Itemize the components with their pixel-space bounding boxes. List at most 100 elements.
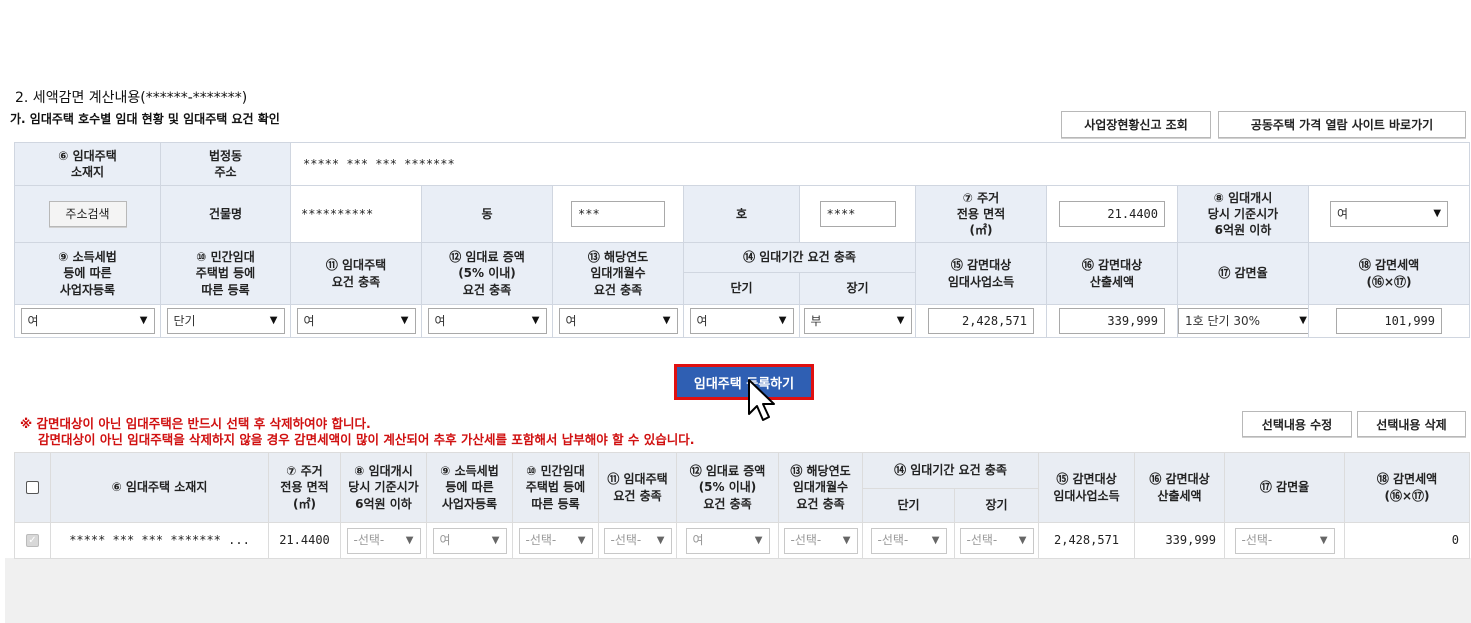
chevron-down-icon: ▼ <box>269 315 278 327</box>
list-header-area: ⑦ 주거 전용 면적 (㎡) <box>268 452 341 523</box>
h11-label: ⑪ 임대주택 요건 충족 <box>290 242 422 305</box>
chevron-down-icon: ▼ <box>662 315 671 327</box>
v11-select[interactable]: 여 ▼ <box>296 308 416 334</box>
chevron-down-icon: ▼ <box>778 315 787 327</box>
row-h16: 339,999 <box>1165 533 1217 548</box>
h15-label: ⑮ 감면대상 임대사업소득 <box>915 242 1047 305</box>
legal-address-label: 법정동 주소 <box>160 142 291 186</box>
rental-list-table: ⑥ 임대주택 소재지 ⑦ 주거 전용 면적 (㎡) ⑧ 임대개시 당시 기준시가… <box>14 452 1471 559</box>
row-h11-value: -선택- <box>610 533 642 548</box>
v12-select[interactable]: 여 ▼ <box>427 308 547 334</box>
warning-text: ※ 감면대상이 아닌 임대주택은 반드시 선택 후 삭제하여야 합니다. 감면대… <box>20 416 695 448</box>
v9-value: 여 <box>27 313 39 328</box>
h14-short-label: 단기 <box>683 272 800 305</box>
chevron-down-icon: ▼ <box>656 534 665 546</box>
dong-input[interactable]: *** <box>571 201 665 227</box>
chevron-down-icon: ▼ <box>491 534 500 546</box>
chevron-down-icon: ▼ <box>1018 534 1027 546</box>
chevron-down-icon: ▼ <box>896 315 905 327</box>
table-row[interactable]: ✓ ***** *** *** ******* ... 21.4400 -선택-… <box>14 522 1471 559</box>
row-h13-select[interactable]: -선택- ▼ <box>783 527 858 554</box>
chevron-down-icon: ▼ <box>400 315 409 327</box>
row-reg10-select[interactable]: -선택- ▼ <box>518 527 593 554</box>
v14-long-value: 부 <box>810 313 822 328</box>
v10-value: 단기 <box>173 313 196 328</box>
row-h13-value: -선택- <box>790 533 822 548</box>
chevron-down-icon: ▼ <box>405 534 414 546</box>
list-footer-area <box>5 558 1471 623</box>
chevron-down-icon: ▼ <box>754 534 763 546</box>
v14-long-select[interactable]: 부 ▼ <box>803 308 912 334</box>
chevron-down-icon: ▼ <box>1433 208 1442 220</box>
row-h11-select[interactable]: -선택- ▼ <box>603 527 672 554</box>
row-price-value: -선택- <box>353 533 385 548</box>
row-h18: 0 <box>1451 533 1460 548</box>
price-site-button[interactable]: 공동주택 가격 열람 사이트 바로가기 <box>1218 111 1466 138</box>
h18-label: ⑱ 감면세액 (⑯×⑰) <box>1307 242 1471 305</box>
row-checkbox[interactable]: ✓ <box>26 534 39 547</box>
register-button[interactable]: 임대주택 등록하기 <box>674 364 814 400</box>
select-all-checkbox[interactable] <box>26 481 39 494</box>
address-search-button[interactable]: 주소검색 <box>48 201 127 227</box>
ho-input[interactable]: **** <box>819 201 896 227</box>
business-lookup-button[interactable]: 사업장현황신고 조회 <box>1061 111 1211 138</box>
chevron-down-icon: ▼ <box>1299 315 1307 327</box>
chevron-down-icon: ▼ <box>1319 534 1328 546</box>
warning-line-1: ※ 감면대상이 아닌 임대주택은 반드시 선택 후 삭제하여야 합니다. <box>20 416 371 431</box>
ho-label: 호 <box>683 185 800 243</box>
dong-label: 동 <box>421 185 553 243</box>
row-area: 21.4400 <box>279 533 330 548</box>
list-header-h18: ⑱ 감면세액 (⑯×⑰) <box>1344 452 1471 523</box>
v10-select[interactable]: 단기 ▼ <box>166 308 285 334</box>
v14-short-select[interactable]: 여 ▼ <box>689 308 794 334</box>
edit-selected-button[interactable]: 선택내용 수정 <box>1242 411 1352 437</box>
row-price-select[interactable]: -선택- ▼ <box>346 527 421 554</box>
h9-label: ⑨ 소득세법 등에 따른 사업자등록 <box>14 242 161 305</box>
v13-value: 여 <box>565 313 577 328</box>
list-header-price: ⑧ 임대개시 당시 기준시가 6억원 이하 <box>340 452 427 523</box>
h17-label: ⑰ 감면율 <box>1177 242 1309 305</box>
row-h15: 2,428,571 <box>1054 533 1120 548</box>
list-header-reg9: ⑨ 소득세법 등에 따른 사업자등록 <box>426 452 513 523</box>
h14-label: ⑭ 임대기간 요건 충족 <box>683 242 916 273</box>
v12-value: 여 <box>434 313 446 328</box>
row-short-select[interactable]: -선택- ▼ <box>870 527 947 554</box>
price-select[interactable]: 여 ▼ <box>1330 201 1449 227</box>
list-header-long: 장기 <box>953 488 1040 523</box>
row-h12-select[interactable]: 여 ▼ <box>685 527 770 554</box>
row-long-select[interactable]: -선택- ▼ <box>959 527 1034 554</box>
row-reg9-select[interactable]: 여 ▼ <box>432 527 507 554</box>
chevron-down-icon: ▼ <box>842 534 851 546</box>
h13-label: ⑬ 해당연도 임대개월수 요건 충족 <box>552 242 684 305</box>
h14-long-label: 장기 <box>799 272 916 305</box>
section-title: 2. 세액감면 계산내용(******-*******) <box>15 90 248 106</box>
v15-input[interactable]: 2,428,571 <box>928 308 1034 334</box>
area-input[interactable]: 21.4400 <box>1059 201 1165 227</box>
chevron-down-icon: ▼ <box>577 534 586 546</box>
legal-address-value: ***** *** *** ******* <box>303 156 455 171</box>
row-h12-value: 여 <box>692 533 704 548</box>
list-header-location: ⑥ 임대주택 소재지 <box>50 452 269 523</box>
chevron-down-icon: ▼ <box>139 315 148 327</box>
v17-select[interactable]: 1호 단기 30% ▼ <box>1178 308 1308 334</box>
v9-select[interactable]: 여 ▼ <box>20 308 155 334</box>
row-location: ***** *** *** ******* ... <box>69 533 250 548</box>
v11-value: 여 <box>303 313 315 328</box>
list-header-h12: ⑫ 임대료 증액 (5% 이내) 요건 충족 <box>676 452 779 523</box>
row-reg10-value: -선택- <box>525 533 557 548</box>
v17-value: 1호 단기 30% <box>1185 313 1261 328</box>
h10-label: ⑩ 민간임대 주택법 등에 따른 등록 <box>160 242 291 305</box>
v13-select[interactable]: 여 ▼ <box>558 308 678 334</box>
row-h17-select[interactable]: -선택- ▼ <box>1234 527 1335 554</box>
building-value: ********** <box>301 206 374 221</box>
price-label: ⑧ 임대개시 당시 기준시가 6억원 이하 <box>1177 185 1309 243</box>
v16-input[interactable]: 339,999 <box>1059 308 1165 334</box>
row-long-value: -선택- <box>966 533 998 548</box>
v18-input[interactable]: 101,999 <box>1336 308 1443 334</box>
row-short-value: -선택- <box>877 533 909 548</box>
delete-selected-button[interactable]: 선택내용 삭제 <box>1357 411 1466 437</box>
v14-short-value: 여 <box>696 313 708 328</box>
section-subtitle: 가. 임대주택 호수별 임대 현황 및 임대주택 요건 확인 <box>10 112 280 126</box>
rental-input-table: ⑥ 임대주택 소재지 법정동 주소 ***** *** *** ******* … <box>14 142 1471 338</box>
location-label: ⑥ 임대주택 소재지 <box>14 142 161 186</box>
